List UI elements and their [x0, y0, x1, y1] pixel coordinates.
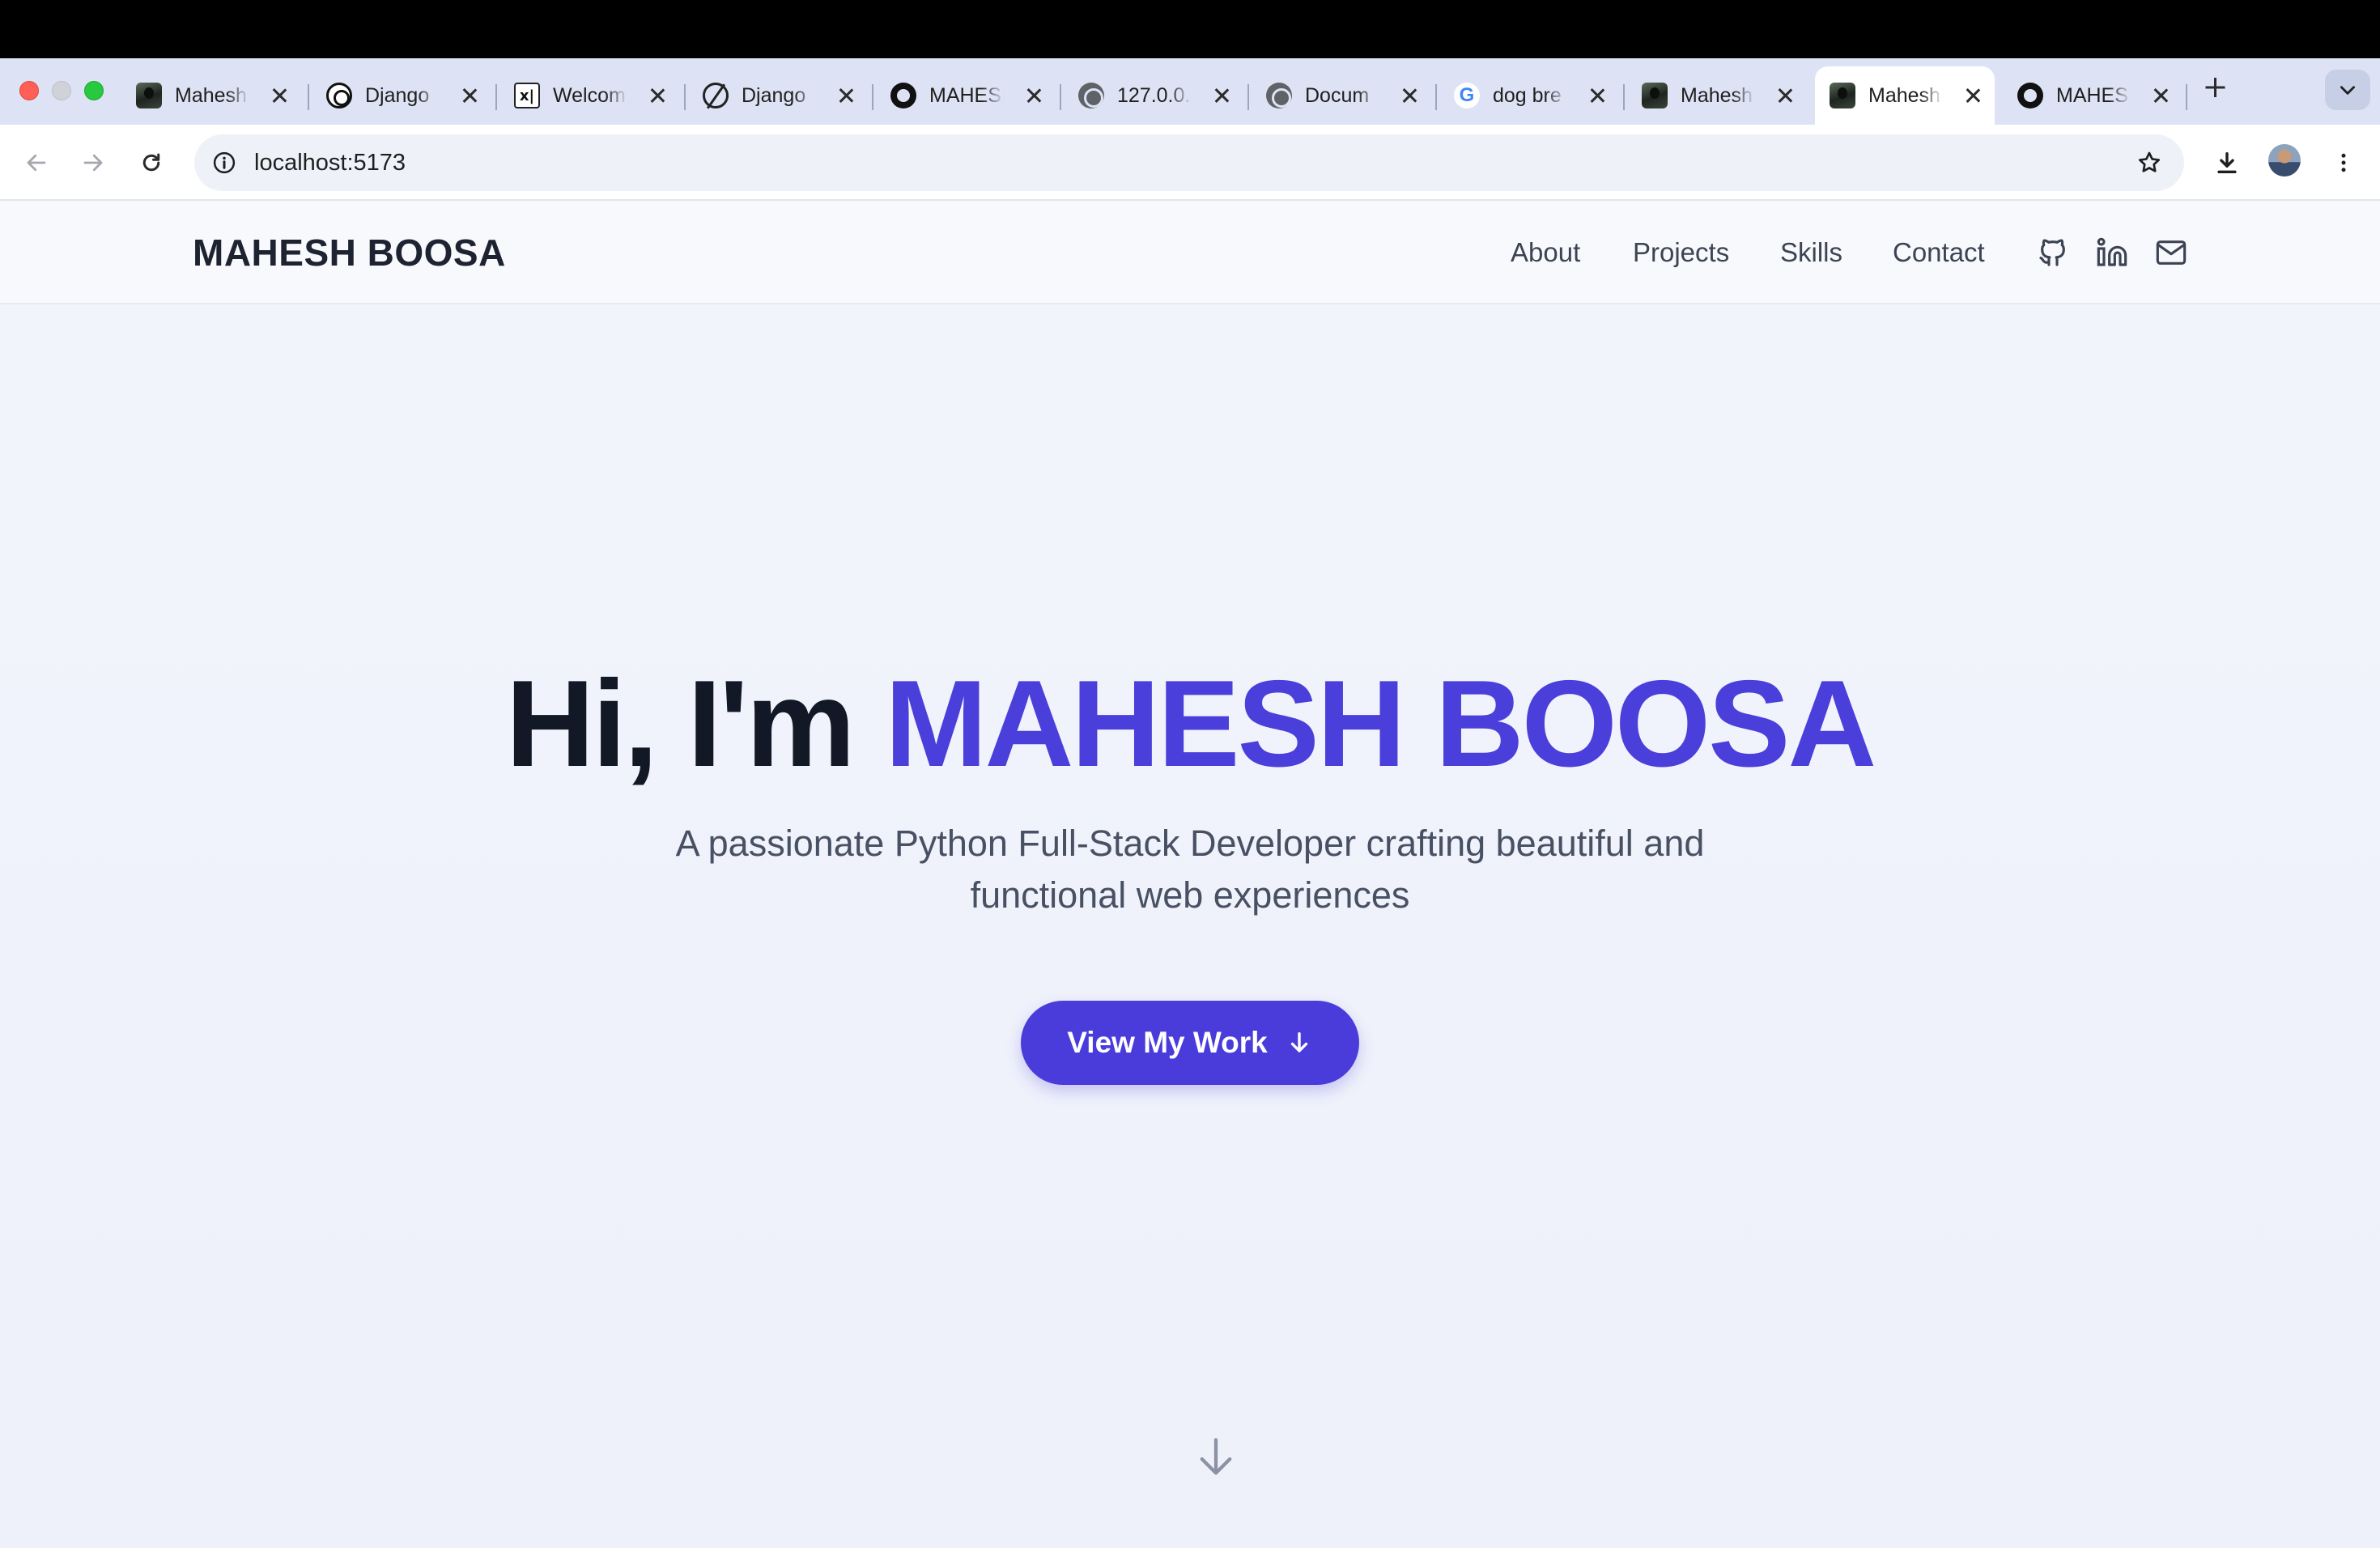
tab-separator — [2186, 84, 2187, 110]
globe-favicon-icon — [1266, 83, 1292, 108]
close-tab-icon[interactable] — [1773, 83, 1797, 108]
chevron-down-icon — [2340, 86, 2355, 95]
tab-title: MAHESI — [2056, 83, 2131, 107]
close-tab-icon[interactable] — [1961, 83, 1985, 108]
arrow-down-icon — [1286, 1029, 1313, 1057]
bookmark-star-icon[interactable] — [2131, 144, 2168, 181]
github-icon[interactable] — [2035, 235, 2071, 270]
browser-tab[interactable]: MAHESI — [2003, 66, 2173, 125]
linkedin-icon[interactable] — [2094, 235, 2130, 270]
close-window-button[interactable] — [19, 81, 39, 100]
tab-title: Mahesh — [1681, 83, 1753, 107]
browser-tab[interactable]: G dog bre — [1439, 66, 1609, 125]
browser-tab[interactable]: Django — [312, 66, 482, 125]
arrow-right-icon — [83, 154, 103, 172]
scroll-down-icon[interactable] — [1195, 1435, 1237, 1480]
tab-separator — [684, 84, 686, 110]
forward-button[interactable] — [73, 142, 113, 183]
github-favicon-icon — [2017, 83, 2043, 108]
close-tab-icon[interactable] — [1585, 83, 1609, 108]
arrow-left-icon — [27, 154, 46, 172]
tab-title: Welcom — [553, 83, 626, 107]
hero-heading: Hi, I'm MAHESH BOOSA — [0, 662, 2380, 785]
tab-title: Docum — [1305, 83, 1370, 107]
view-my-work-button[interactable]: View My Work — [1021, 1001, 1359, 1085]
tab-title: MAHESI — [929, 83, 1004, 107]
maximize-window-button[interactable] — [84, 81, 104, 100]
tab-title: Django — [742, 83, 806, 107]
tab-title: dog bre — [1493, 83, 1562, 107]
tab-title: Mahesh — [1868, 83, 1940, 107]
reload-button[interactable] — [131, 142, 172, 183]
hero-greeting: Hi, I'm — [505, 655, 885, 793]
close-tab-icon[interactable] — [1209, 83, 1234, 108]
tab-separator — [1247, 84, 1249, 110]
site-info-icon[interactable] — [207, 146, 241, 180]
photo-favicon-icon — [136, 83, 162, 108]
portfolio-page: MAHESH BOOSA About Projects Skills Conta… — [0, 201, 2380, 1548]
browser-tab-active[interactable]: Mahesh — [1815, 66, 1995, 125]
reload-icon — [142, 153, 160, 172]
new-tab-button[interactable] — [2197, 70, 2233, 105]
browser-tab[interactable]: x| Welcom — [499, 66, 669, 125]
tab-strip: Mahesh Django x| Welcom Django MAHESI 12… — [0, 58, 2380, 125]
browser-tab[interactable]: Mahesh — [121, 66, 291, 125]
hero-subtitle: A passionate Python Full-Stack Developer… — [623, 818, 1757, 921]
tab-title: Mahesh — [175, 83, 247, 107]
kebab-menu-icon — [2341, 153, 2346, 172]
nav-link-about[interactable]: About — [1511, 201, 1580, 304]
photo-favicon-icon — [1830, 83, 1855, 108]
tab-separator — [1060, 84, 1061, 110]
globe-favicon-icon — [1078, 83, 1104, 108]
browser-tab[interactable]: Django — [688, 66, 858, 125]
tab-separator — [495, 84, 497, 110]
close-tab-icon[interactable] — [1397, 83, 1422, 108]
tab-separator — [308, 84, 309, 110]
hero-subtitle-line: functional web experiences — [970, 874, 1410, 916]
django-favicon-icon — [703, 83, 729, 108]
downloads-button[interactable] — [2207, 142, 2247, 183]
hero-name: MAHESH BOOSA — [884, 655, 1876, 793]
hero-subtitle-line: A passionate Python Full-Stack Developer… — [675, 823, 1705, 864]
browser-tab[interactable]: Mahesh — [1627, 66, 1797, 125]
nav-link-projects[interactable]: Projects — [1633, 201, 1729, 304]
google-favicon-icon: G — [1454, 83, 1480, 108]
close-tab-icon[interactable] — [645, 83, 669, 108]
tab-separator — [1435, 84, 1437, 110]
profile-avatar[interactable] — [2268, 144, 2301, 176]
cta-label: View My Work — [1067, 1026, 1268, 1059]
browser-tab[interactable]: MAHESI — [876, 66, 1046, 125]
nav-link-contact[interactable]: Contact — [1893, 201, 1985, 304]
site-navbar: MAHESH BOOSA About Projects Skills Conta… — [0, 201, 2380, 304]
close-tab-icon[interactable] — [2148, 83, 2173, 108]
xl-favicon-icon: x| — [514, 83, 540, 108]
close-tab-icon[interactable] — [1022, 83, 1046, 108]
tab-separator — [872, 84, 873, 110]
tab-title: Django — [365, 83, 430, 107]
browser-tab[interactable]: Docum — [1252, 66, 1422, 125]
back-button[interactable] — [16, 142, 57, 183]
github-favicon-icon — [890, 83, 916, 108]
browser-tab[interactable]: 127.0.0. — [1064, 66, 1234, 125]
close-tab-icon[interactable] — [834, 83, 858, 108]
nav-link-skills[interactable]: Skills — [1780, 201, 1842, 304]
browser-toolbar: localhost:5173 — [0, 125, 2380, 201]
tab-separator — [1623, 84, 1625, 110]
mail-icon[interactable] — [2153, 235, 2189, 270]
download-icon — [2217, 151, 2237, 174]
top-bezel — [0, 0, 2380, 58]
close-tab-icon[interactable] — [267, 83, 291, 108]
minimize-window-button[interactable] — [52, 81, 71, 100]
site-brand[interactable]: MAHESH BOOSA — [193, 201, 506, 304]
browser-menu-button[interactable] — [2323, 142, 2364, 183]
url-text[interactable]: localhost:5173 — [254, 134, 406, 191]
openai-favicon-icon — [326, 83, 352, 108]
address-bar[interactable]: localhost:5173 — [194, 134, 2184, 191]
tab-search-button[interactable] — [2325, 70, 2370, 110]
close-tab-icon[interactable] — [457, 83, 482, 108]
photo-favicon-icon — [1642, 83, 1668, 108]
tab-title: 127.0.0. — [1117, 83, 1191, 107]
